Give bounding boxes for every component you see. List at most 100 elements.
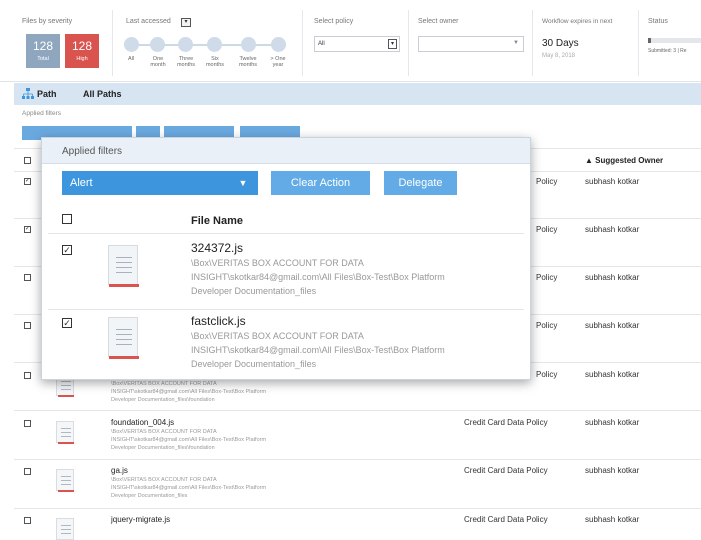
last-accessed-dropdown[interactable]: ▾ xyxy=(181,18,191,27)
owner-cell: subhash kotkar xyxy=(585,225,640,234)
workflow-date: May 8, 2018 xyxy=(542,53,576,59)
owner-cell: subhash kotkar xyxy=(585,515,640,524)
row-divider xyxy=(14,410,701,411)
policy-cell: Policy xyxy=(536,273,558,282)
tick-label: Three months xyxy=(176,56,196,68)
policy-cell: Policy xyxy=(536,321,558,330)
row-checkbox[interactable]: ✓ xyxy=(24,178,31,185)
row-divider xyxy=(48,309,524,310)
tick-label: > One year xyxy=(270,56,286,68)
file-path: \Box\VERITAS BOX ACCOUNT FOR DATA INSIGH… xyxy=(111,381,267,403)
chevron-down-icon[interactable]: ▼ xyxy=(228,171,258,195)
severity-label: Files by severity xyxy=(22,18,73,25)
file-name[interactable]: fastclick.js xyxy=(191,314,246,328)
row-checkbox[interactable] xyxy=(24,517,31,524)
all-paths-label: All Paths xyxy=(83,89,122,99)
applied-filters-label: Applied filters xyxy=(22,110,62,117)
file-name[interactable]: 324372.js xyxy=(191,241,243,255)
severity-total-tile[interactable]: 128 Total xyxy=(26,34,60,68)
policy-cell: Policy xyxy=(536,225,558,234)
file-name[interactable]: ga.js xyxy=(111,466,128,475)
owner-cell: subhash kotkar xyxy=(585,466,640,475)
divider xyxy=(638,10,639,76)
row-checkbox[interactable] xyxy=(24,372,31,379)
file-path: \Box\VERITAS BOX ACCOUNT FOR DATA INSIGH… xyxy=(111,477,267,499)
policy-cell: Policy xyxy=(536,177,558,186)
file-path: \Box\VERITAS BOX ACCOUNT FOR DATA INSIGH… xyxy=(191,331,445,369)
owner-cell: subhash kotkar xyxy=(585,321,640,330)
workflow-days: 30 Days xyxy=(542,38,579,49)
slider-knob[interactable] xyxy=(241,37,256,52)
file-icon xyxy=(108,245,139,287)
alert-dropdown[interactable]: Alert xyxy=(62,171,243,195)
suggested-owner-header[interactable]: ▲ Suggested Owner xyxy=(585,156,663,165)
row-checkbox[interactable] xyxy=(24,274,31,281)
divider xyxy=(532,10,533,76)
file-name[interactable]: jquery-migrate.js xyxy=(111,515,170,524)
row-checkbox[interactable] xyxy=(24,468,31,475)
select-policy-dropdown[interactable]: All ▾ xyxy=(314,36,400,52)
divider xyxy=(112,10,113,76)
status-progress-bar xyxy=(648,38,701,43)
slider-knob[interactable] xyxy=(150,37,165,52)
last-accessed-label: Last accessed xyxy=(126,18,171,25)
row-checkbox[interactable] xyxy=(24,322,31,329)
divider xyxy=(408,10,409,76)
path-dropdown[interactable]: Path xyxy=(37,89,57,99)
severity-high-tile[interactable]: 128 High xyxy=(65,34,99,68)
slider-knob[interactable] xyxy=(178,37,193,52)
workflow-label: Workflow expires in next xyxy=(542,18,613,25)
applied-filters-panel: Applied filters Alert ▼ Clear Action Del… xyxy=(41,137,531,380)
hierarchy-icon[interactable] xyxy=(22,88,34,100)
policy-cell: Policy xyxy=(536,370,558,379)
total-label: Total xyxy=(37,56,49,62)
row-checkbox[interactable]: ✓ xyxy=(62,318,72,328)
bg-select-all-checkbox[interactable] xyxy=(24,157,31,164)
policy-cell: Credit Card Data Policy xyxy=(464,466,548,475)
slider-knob[interactable] xyxy=(207,37,222,52)
select-all-checkbox[interactable] xyxy=(62,214,72,224)
slider-knob[interactable] xyxy=(271,37,286,52)
file-icon xyxy=(56,469,74,492)
file-path: \Box\VERITAS BOX ACCOUNT FOR DATA INSIGH… xyxy=(111,429,267,451)
chevron-down-icon: ▼ xyxy=(513,40,519,46)
row-divider xyxy=(14,459,701,460)
divider xyxy=(302,10,303,76)
file-icon xyxy=(56,421,74,444)
row-divider xyxy=(48,233,524,234)
file-name-header[interactable]: File Name xyxy=(191,215,243,227)
delegate-button[interactable]: Delegate xyxy=(384,171,457,195)
owner-cell: subhash kotkar xyxy=(585,418,640,427)
panel-title: Applied filters xyxy=(62,146,123,157)
high-count: 128 xyxy=(71,39,93,53)
status-sub: Submitted: 3 | Re xyxy=(648,48,687,54)
row-checkbox[interactable] xyxy=(24,420,31,427)
select-policy-value: All xyxy=(318,41,325,47)
select-owner-label: Select owner xyxy=(418,18,459,25)
file-path: \Box\VERITAS BOX ACCOUNT FOR DATA INSIGH… xyxy=(191,258,445,296)
path-bar: Path All Paths xyxy=(14,83,701,105)
select-owner-dropdown[interactable]: ▼ xyxy=(418,36,524,52)
row-checkbox[interactable]: ✓ xyxy=(62,245,72,255)
file-name[interactable]: foundation_004.js xyxy=(111,418,174,427)
tick-label: Six months xyxy=(205,56,225,68)
tick-label: One month xyxy=(150,56,166,68)
chevron-down-icon: ▾ xyxy=(388,39,397,49)
row-checkbox[interactable]: ✓ xyxy=(24,226,31,233)
high-label: High xyxy=(76,56,88,62)
tick-label: Twelve months xyxy=(238,56,258,68)
file-icon xyxy=(108,317,139,359)
row-divider xyxy=(14,508,701,509)
owner-cell: subhash kotkar xyxy=(585,370,640,379)
slider-knob[interactable] xyxy=(124,37,139,52)
total-count: 128 xyxy=(32,39,54,53)
status-label: Status xyxy=(648,18,668,25)
file-icon xyxy=(56,518,74,540)
policy-cell: Credit Card Data Policy xyxy=(464,515,548,524)
filter-strip: Files by severity 128 Total 128 High Las… xyxy=(0,0,701,82)
clear-action-button[interactable]: Clear Action xyxy=(271,171,370,195)
policy-cell: Credit Card Data Policy xyxy=(464,418,548,427)
panel-header: Applied filters xyxy=(42,138,530,164)
select-policy-label: Select policy xyxy=(314,18,354,25)
owner-cell: subhash kotkar xyxy=(585,273,640,282)
